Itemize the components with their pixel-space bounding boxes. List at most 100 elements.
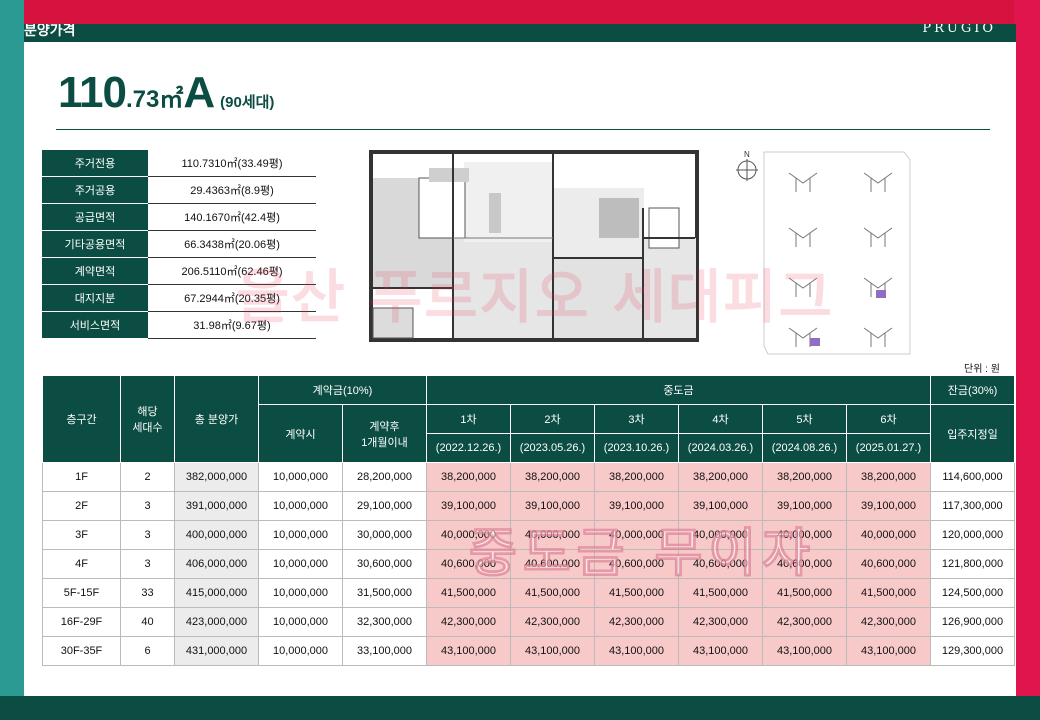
floor-cell: 30F-35F: [42, 636, 121, 666]
middle-payment-cell: 41,500,000: [510, 578, 595, 608]
middle-payment-cell: 43,100,000: [678, 636, 763, 666]
middle-payment-cell: 39,100,000: [426, 491, 511, 521]
area-label: 주거공용: [42, 176, 148, 204]
price-sheet: 분양가격 PRUGIO 110.73㎡A (90세대) 주거전용 110.7310㎡…: [24, 24, 1016, 696]
top-banner: 분양가격 PRUGIO: [24, 24, 1016, 42]
middle-payment-cell: 42,300,000: [678, 607, 763, 637]
middle-payment-cell: 38,200,000: [426, 462, 511, 492]
table-row: 3F 3 400,000,000 10,000,000 30,000,000 40,000…: [42, 520, 1015, 550]
area-decimal: .73㎡: [125, 86, 184, 113]
middle-payment-cell: 43,100,000: [510, 636, 595, 666]
balance-cell: 117,300,000: [930, 491, 1015, 521]
floor-cell: 3F: [42, 520, 121, 550]
table-row: 4F 3 406,000,000 10,000,000 30,600,000 40,600…: [42, 549, 1015, 579]
area-table: 주거전용 110.7310㎡(33.49평) 주거공용 29.4363㎡(8.9평) 공…: [42, 150, 316, 339]
header-deposit-at: 계약시: [258, 404, 343, 463]
table-row: 1F 2 382,000,000 10,000,000 28,200,000 38,200…: [42, 462, 1015, 492]
middle-payment-cell: 40,000,000: [762, 520, 847, 550]
middle-payment-cell: 38,200,000: [762, 462, 847, 492]
area-row: 기타공용면적 66.3438㎡(20.06평): [42, 230, 316, 258]
header-round: 1차: [426, 404, 511, 434]
middle-payment-cell: 38,200,000: [510, 462, 595, 492]
area-integer: 110: [58, 68, 127, 117]
header-balance-when: 입주지정일: [930, 404, 1015, 463]
household-cell: 40: [120, 607, 175, 637]
area-row: 주거공용 29.4363㎡(8.9평): [42, 176, 316, 204]
deposit-after-cell: 28,200,000: [342, 462, 427, 492]
table-row: 30F-35F 6 431,000,000 10,000,000 33,100,000 4…: [42, 636, 1015, 666]
middle-payment-cell: 43,100,000: [594, 636, 679, 666]
bottom-frame: [0, 696, 1040, 720]
area-row: 서비스면적 31.98㎡(9.67평): [42, 311, 316, 339]
middle-payment-cell: 42,300,000: [762, 607, 847, 637]
unit-note: 단위 : 원: [964, 364, 1000, 375]
household-cell: 3: [120, 549, 175, 579]
deposit-at-cell: 10,000,000: [258, 549, 343, 579]
deposit-at-cell: 10,000,000: [258, 607, 343, 637]
middle-payment-cell: 39,100,000: [678, 491, 763, 521]
area-value: 110.7310㎡(33.49평): [148, 150, 316, 177]
middle-payment-cell: 39,100,000: [762, 491, 847, 521]
payment-schedule-table: 층구간 해당 세대수 총 분양가 계약금(10%) 중도금 잔금(30%) 계약…: [42, 375, 1015, 666]
total-price-cell: 382,000,000: [174, 462, 259, 492]
household-cell: 3: [120, 491, 175, 521]
household-count: (90세대): [220, 94, 275, 111]
area-value: 140.1670㎡(42.4평): [148, 203, 316, 231]
area-value: 206.5110㎡(62.46평): [148, 257, 316, 285]
floor-cell: 1F: [42, 462, 121, 492]
middle-payment-cell: 43,100,000: [846, 636, 931, 666]
type-letter: A: [183, 68, 215, 117]
header-deposit-after: 계약후 1개월이내: [342, 404, 427, 463]
table-row: 16F-29F 40 423,000,000 10,000,000 32,300,000…: [42, 607, 1015, 637]
area-value: 66.3438㎡(20.06평): [148, 230, 316, 258]
middle-payment-cell: 38,200,000: [846, 462, 931, 492]
deposit-after-cell: 31,500,000: [342, 578, 427, 608]
floor-cell: 4F: [42, 549, 121, 579]
middle-payment-cell: 41,500,000: [426, 578, 511, 608]
header-round: 2차: [510, 404, 595, 434]
middle-payment-cell: 40,000,000: [426, 520, 511, 550]
household-cell: 3: [120, 520, 175, 550]
middle-payment-cell: 38,200,000: [594, 462, 679, 492]
middle-payment-cell: 39,100,000: [594, 491, 679, 521]
header-round: 5차: [762, 404, 847, 434]
middle-payment-cell: 40,600,000: [678, 549, 763, 579]
title-divider: [56, 129, 990, 130]
balance-cell: 129,300,000: [930, 636, 1015, 666]
middle-payment-cell: 42,300,000: [594, 607, 679, 637]
middle-payment-cell: 41,500,000: [762, 578, 847, 608]
area-row: 주거전용 110.7310㎡(33.49평): [42, 150, 316, 177]
middle-payment-cell: 41,500,000: [678, 578, 763, 608]
household-cell: 2: [120, 462, 175, 492]
floor-plan: [369, 148, 699, 344]
middle-payment-cell: 40,000,000: [846, 520, 931, 550]
deposit-at-cell: 10,000,000: [258, 520, 343, 550]
total-price-cell: 391,000,000: [174, 491, 259, 521]
middle-payment-cell: 40,000,000: [678, 520, 763, 550]
left-frame: [0, 0, 24, 720]
area-row: 계약면적 206.5110㎡(62.46평): [42, 257, 316, 285]
section-label: 분양가격: [24, 24, 76, 39]
middle-payment-cell: 38,200,000: [678, 462, 763, 492]
header-round: 4차: [678, 404, 763, 434]
table-row: 5F-15F 33 415,000,000 10,000,000 31,500,000 4…: [42, 578, 1015, 608]
deposit-after-cell: 33,100,000: [342, 636, 427, 666]
brand-logo: PRUGIO: [922, 24, 996, 36]
header-households: 해당 세대수: [120, 375, 175, 463]
deposit-at-cell: 10,000,000: [258, 462, 343, 492]
deposit-at-cell: 10,000,000: [258, 636, 343, 666]
total-price-cell: 400,000,000: [174, 520, 259, 550]
unit-type-title: 110.73㎡A (90세대): [58, 68, 274, 118]
north-label: N: [744, 150, 750, 159]
area-value: 31.98㎡(9.67평): [148, 311, 316, 339]
total-price-cell: 406,000,000: [174, 549, 259, 579]
header-balance: 잔금(30%): [930, 375, 1015, 405]
floor-cell: 5F-15F: [42, 578, 121, 608]
area-label: 기타공용면적: [42, 230, 148, 258]
site-map: N: [736, 150, 911, 355]
area-row: 공급면적 140.1670㎡(42.4평): [42, 203, 316, 231]
middle-payment-cell: 41,500,000: [594, 578, 679, 608]
right-frame: [1014, 0, 1040, 720]
header-round-date: (2022.12.26.): [426, 433, 511, 463]
balance-cell: 124,500,000: [930, 578, 1015, 608]
